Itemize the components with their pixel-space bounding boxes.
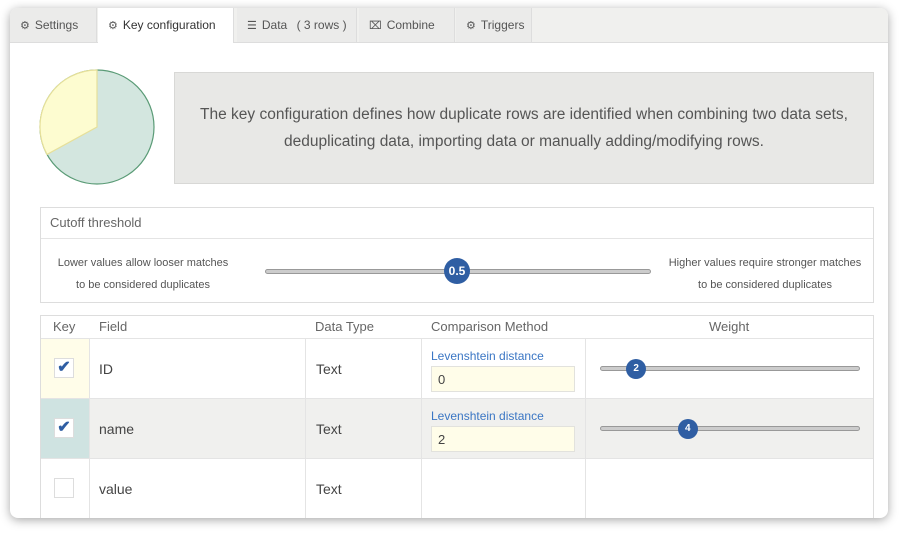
gear-icon: ⚙ xyxy=(20,20,30,32)
gears-icon: ⚙ xyxy=(466,20,476,32)
tab-label: Combine xyxy=(386,18,435,32)
tab-label: Settings xyxy=(34,18,79,32)
key-checkbox[interactable] xyxy=(54,478,74,498)
cutoff-higher-hint: Higher values require stronger matches t… xyxy=(668,257,862,291)
gears-icon: ⚙ xyxy=(108,20,118,32)
tab-label: Key configuration xyxy=(122,18,216,32)
cutoff-lower-hint: Lower values allow looser matches to be … xyxy=(57,257,229,291)
tab-triggers[interactable]: ⚙ Triggers xyxy=(456,8,532,42)
tab-data[interactable]: ☰ Data ( 3 rows ) xyxy=(237,8,357,42)
column-divider xyxy=(421,338,422,518)
comparison-threshold-input[interactable] xyxy=(431,366,575,392)
field-name: value xyxy=(99,481,133,497)
tab-bar: ⚙ Settings ⚙ Key configuration ☰ Data ( 3 r… xyxy=(10,8,888,43)
tab-label: Triggers xyxy=(480,18,525,32)
key-cell xyxy=(41,459,89,518)
weight-slider-handle[interactable]: 4 xyxy=(677,419,698,439)
table-row: ✔ name Text Levenshtein distance 4 xyxy=(41,398,873,459)
info-panel: The key configuration defines how duplic… xyxy=(174,72,874,184)
column-divider xyxy=(305,338,306,518)
key-checkbox[interactable]: ✔ xyxy=(54,358,74,378)
tab-label: Data xyxy=(261,18,288,32)
table-row: value Text xyxy=(41,458,873,518)
list-icon: ☰ xyxy=(247,20,257,32)
weight-slider-track[interactable] xyxy=(600,426,860,431)
header-weight: Weight xyxy=(709,319,750,334)
data-type: Text xyxy=(316,421,342,437)
comparison-threshold-input[interactable] xyxy=(431,426,575,452)
key-configuration-table: Key Field Data Type Comparison Method We… xyxy=(40,315,874,518)
data-type: Text xyxy=(316,481,342,497)
field-name: ID xyxy=(99,361,113,377)
weight-slider-handle[interactable]: 2 xyxy=(626,359,647,379)
header-comparison-method: Comparison Method xyxy=(431,319,549,334)
cutoff-threshold-panel: Cutoff threshold Lower values allow loos… xyxy=(40,207,874,303)
cutoff-title: Cutoff threshold xyxy=(41,208,873,239)
comparison-method-link[interactable]: Levenshtein distance xyxy=(431,349,544,363)
combine-icon: ⌧ xyxy=(369,20,382,32)
tab-combine[interactable]: ⌧ Combine xyxy=(359,8,455,42)
key-cell: ✔ xyxy=(41,339,89,399)
info-text: The key configuration defines how duplic… xyxy=(200,106,848,150)
data-type: Text xyxy=(316,361,342,377)
key-cell: ✔ xyxy=(41,399,89,459)
field-name: name xyxy=(99,421,135,437)
window: ⚙ Settings ⚙ Key configuration ☰ Data ( 3 r… xyxy=(10,8,888,518)
header-key: Key xyxy=(53,319,76,334)
cutoff-slider-handle[interactable]: 0.5 xyxy=(444,258,470,284)
header-field: Field xyxy=(99,319,128,334)
key-checkbox[interactable]: ✔ xyxy=(54,418,74,438)
header-data-type: Data Type xyxy=(315,319,375,334)
table-row: ✔ ID Text Levenshtein distance 2 xyxy=(41,338,873,399)
column-divider xyxy=(89,338,90,518)
tab-key-configuration[interactable]: ⚙ Key configuration xyxy=(98,8,234,43)
tab-row-count: ( 3 rows ) xyxy=(296,18,347,32)
comparison-method-link[interactable]: Levenshtein distance xyxy=(431,409,544,423)
column-divider xyxy=(585,338,586,518)
key-weight-pie-chart xyxy=(39,69,155,185)
tab-settings[interactable]: ⚙ Settings xyxy=(10,8,97,42)
